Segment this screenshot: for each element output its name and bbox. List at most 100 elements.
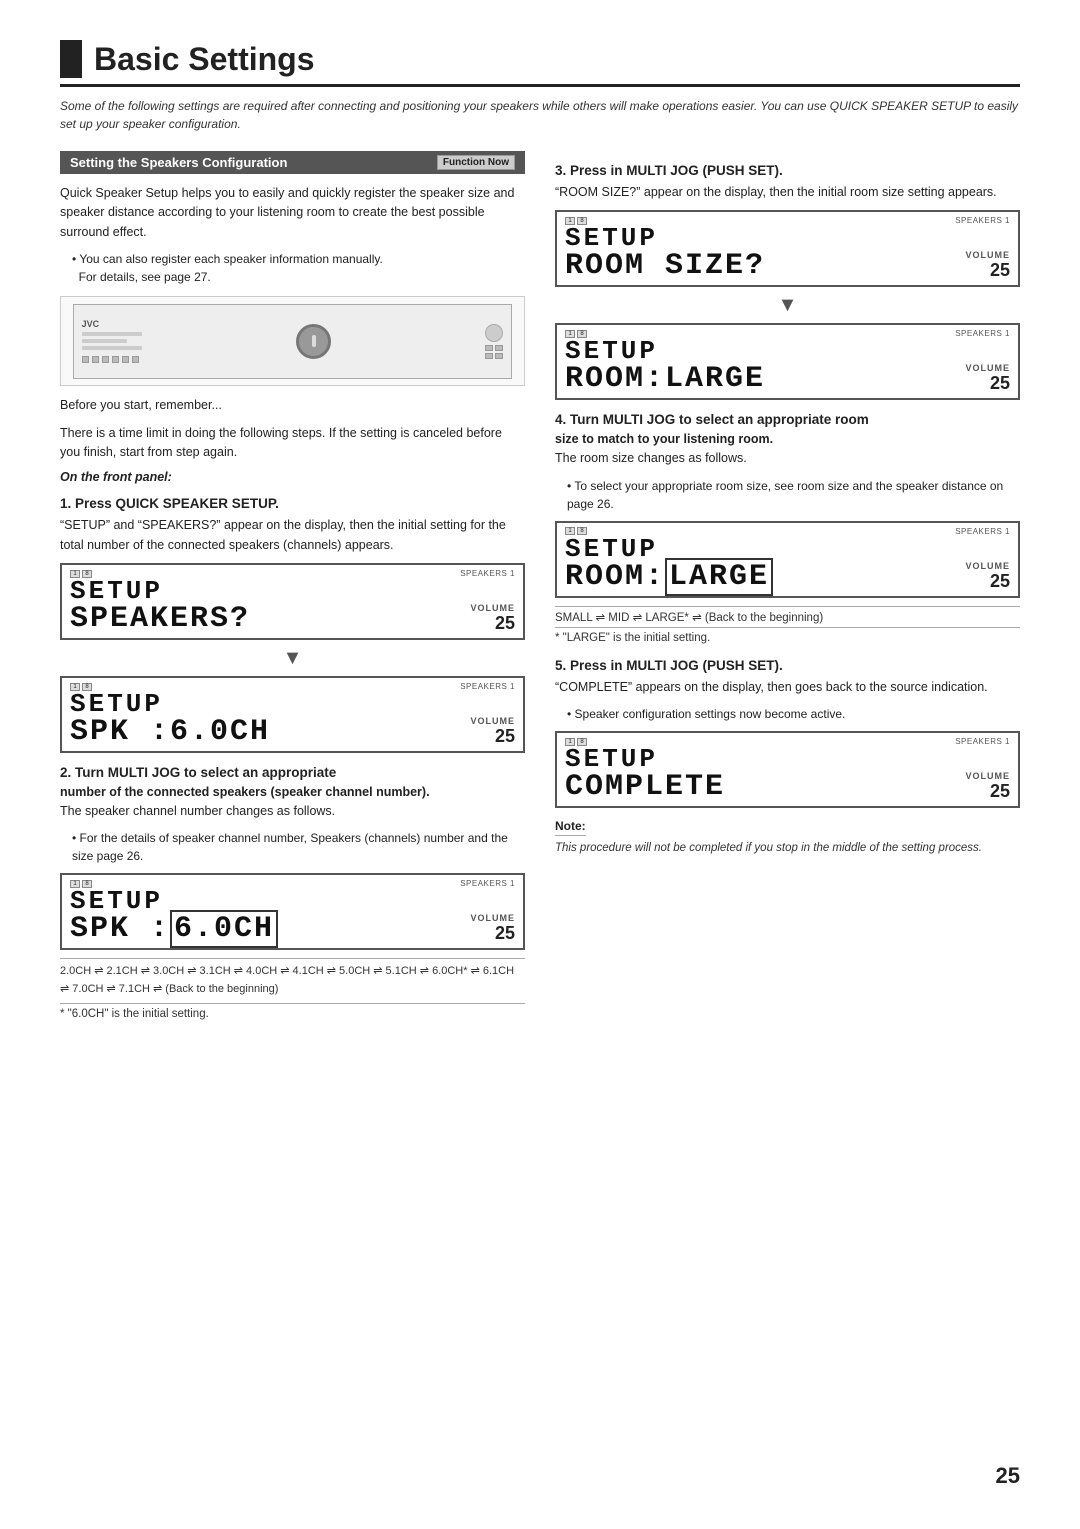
device-btn-row2: [485, 353, 503, 359]
device-line2: [82, 339, 127, 343]
lcd3b-bottom-text: ROOM:LARGE: [565, 364, 765, 394]
lcd5-volume-num: 25: [990, 781, 1010, 802]
lcd2-main-row: SETUP SPK :6.0CH VOLUME 25: [70, 888, 515, 944]
step4-desc: The room size changes as follows.: [555, 449, 1020, 468]
lcd3a: 1 8 SPEAKERS 1 SETUP ROOM SIZE? VOLUME 2…: [555, 210, 1020, 287]
step3-heading: 3. Press in MULTI JOG (PUSH SET).: [555, 163, 1020, 178]
room-seq: SMALL ⇌ MID ⇌ LARGE* ⇌ (Back to the begi…: [555, 606, 1020, 628]
left-bullet1: You can also register each speaker infor…: [72, 250, 525, 286]
left-intro-para: Quick Speaker Setup helps you to easily …: [60, 184, 525, 242]
lcd5-setup-text: SETUP: [565, 746, 725, 772]
lcd1a: 1 8 SPEAKERS 1 SETUP SPEAKERS? VOLUME 25: [60, 563, 525, 640]
lcd5-main-row: SETUP COMPLETE VOLUME 25: [565, 746, 1010, 802]
lcd1b-volume-num: 25: [495, 726, 515, 747]
step2-desc: The speaker channel number changes as fo…: [60, 802, 525, 821]
device-btn6: [132, 356, 139, 363]
lcd4-volume-num: 25: [990, 571, 1010, 592]
lcd1b-volume-block: VOLUME 25: [470, 716, 515, 747]
page-title-bar: Basic Settings: [60, 40, 1020, 87]
lcd1a-volume-num: 25: [495, 613, 515, 634]
device-rbtn4: [495, 353, 503, 359]
lcd1b-setup-text: SETUP: [70, 691, 270, 717]
step2-bullet: For the details of speaker channel numbe…: [72, 829, 525, 865]
intro-text: Some of the following settings are requi…: [60, 97, 1020, 133]
lcd2-speakers-label: SPEAKERS 1: [460, 879, 515, 888]
title-accent-box: [60, 40, 82, 78]
device-center: [296, 324, 331, 359]
lcd1b-text-block: SETUP SPK :6.0CH: [70, 691, 270, 747]
lcd1a-volume-label: VOLUME: [470, 603, 515, 613]
step4-bullet: To select your appropriate room size, se…: [567, 477, 1020, 513]
device-small-btns: [82, 356, 142, 363]
lcd3b-volume-block: VOLUME 25: [965, 363, 1010, 394]
footnote-room: * "LARGE" is the initial setting.: [555, 632, 1020, 644]
lcd2-bottom-text: SPK :6.0CH: [70, 914, 278, 944]
lcd1a-setup-text: SETUP: [70, 578, 250, 604]
lcd1b-speakers-label: SPEAKERS 1: [460, 682, 515, 691]
lcd1a-volume-block: VOLUME 25: [470, 603, 515, 634]
lcd5-container: 1 8 SPEAKERS 1 SETUP COMPLETE VOLUME 25: [555, 731, 1020, 808]
lcd3a-volume-block: VOLUME 25: [965, 250, 1010, 281]
lcd5-speakers-label: SPEAKERS 1: [955, 737, 1010, 746]
italic-label: On the front panel:: [60, 470, 525, 484]
lcd4-main-row: SETUP ROOM:LARGE VOLUME 25: [565, 536, 1010, 592]
step5-desc: “COMPLETE” appears on the display, then …: [555, 678, 1020, 697]
device-right-btns: [485, 345, 503, 359]
device-btn2: [92, 356, 99, 363]
page-number: 25: [996, 1463, 1020, 1489]
lcd3a-setup-text: SETUP: [565, 225, 765, 251]
step2-heading: 2. Turn MULTI JOG to select an appropria…: [60, 765, 525, 780]
lcd3a-container: 1 8 SPEAKERS 1 SETUP ROOM SIZE? VOLUME 2…: [555, 210, 1020, 287]
device-btn3: [102, 356, 109, 363]
lcd1a-container: 1 8 SPEAKERS 1 SETUP SPEAKERS? VOLUME 25: [60, 563, 525, 640]
lcd3b-main-row: SETUP ROOM:LARGE VOLUME 25: [565, 338, 1010, 394]
lcd5-volume-block: VOLUME 25: [965, 771, 1010, 802]
lcd2-container: 1 8 SPEAKERS 1 SETUP SPK :6.0CH VOLUME 2…: [60, 873, 525, 950]
lcd3a-bottom-text: ROOM SIZE?: [565, 251, 765, 281]
lcd3b-volume-label: VOLUME: [965, 363, 1010, 373]
lcd5-volume-label: VOLUME: [965, 771, 1010, 781]
note-label: Note:: [555, 819, 586, 836]
lcd3a-volume-num: 25: [990, 260, 1010, 281]
device-knob-indicator: [312, 335, 316, 347]
lcd2-volume-label: VOLUME: [470, 913, 515, 923]
device-btn1: [82, 356, 89, 363]
channel-seq-text: 2.0CH ⇌ 2.1CH ⇌ 3.0CH ⇌ 3.1CH ⇌ 4.0CH ⇌ …: [60, 965, 514, 995]
channel-seq: 2.0CH ⇌ 2.1CH ⇌ 3.0CH ⇌ 3.1CH ⇌ 4.0CH ⇌ …: [60, 958, 525, 1003]
lcd3b-volume-num: 25: [990, 373, 1010, 394]
device-left-controls: JVC: [82, 319, 142, 363]
step1-desc: “SETUP” and “SPEAKERS?” appear on the di…: [60, 516, 525, 555]
lcd4-volume-label: VOLUME: [965, 561, 1010, 571]
lcd1b-volume-label: VOLUME: [470, 716, 515, 726]
lcd4-bottom-text: ROOM:LARGE: [565, 562, 773, 592]
section-header-label: Setting the Speakers Configuration: [70, 155, 287, 170]
device-knob-main: [296, 324, 331, 359]
device-line3: [82, 346, 142, 350]
right-column: 3. Press in MULTI JOG (PUSH SET). “ROOM …: [555, 151, 1020, 1020]
lcd5-text-block: SETUP COMPLETE: [565, 746, 725, 802]
step4-sub: size to match to your listening room.: [555, 432, 1020, 446]
lcd3b-speakers-label: SPEAKERS 1: [955, 329, 1010, 338]
note-text: This procedure will not be completed if …: [555, 840, 1020, 857]
lcd2-highlight: 6.0CH: [170, 910, 278, 948]
down-arrow-2: ▼: [555, 295, 1020, 315]
lcd4-speakers-label: SPEAKERS 1: [955, 527, 1010, 536]
room-seq-text: SMALL ⇌ MID ⇌ LARGE* ⇌ (Back to the begi…: [555, 612, 823, 624]
lcd3b-setup-text: SETUP: [565, 338, 765, 364]
device-btn-row1: [485, 345, 503, 351]
step5-heading: 5. Press in MULTI JOG (PUSH SET).: [555, 658, 1020, 673]
device-brand: JVC: [82, 319, 142, 329]
lcd3b: 1 8 SPEAKERS 1 SETUP ROOM:LARGE VOLUME 2…: [555, 323, 1020, 400]
device-right-controls: [485, 324, 503, 359]
lcd2-volume-num: 25: [495, 923, 515, 944]
device-inner: JVC: [73, 304, 513, 379]
lcd4-volume-block: VOLUME 25: [965, 561, 1010, 592]
lcd1b-bottom-text: SPK :6.0CH: [70, 717, 270, 747]
lcd2-volume-block: VOLUME 25: [470, 913, 515, 944]
lcd3a-volume-label: VOLUME: [965, 250, 1010, 260]
section-badge: Function Now: [437, 155, 515, 170]
lcd1b-container: 1 8 SPEAKERS 1 SETUP SPK :6.0CH VOLUME 2…: [60, 676, 525, 753]
lcd3a-main-row: SETUP ROOM SIZE? VOLUME 25: [565, 225, 1010, 281]
device-right-knob: [485, 324, 503, 342]
lcd4: 1 8 SPEAKERS 1 SETUP ROOM:LARGE VOLUME 2…: [555, 521, 1020, 598]
